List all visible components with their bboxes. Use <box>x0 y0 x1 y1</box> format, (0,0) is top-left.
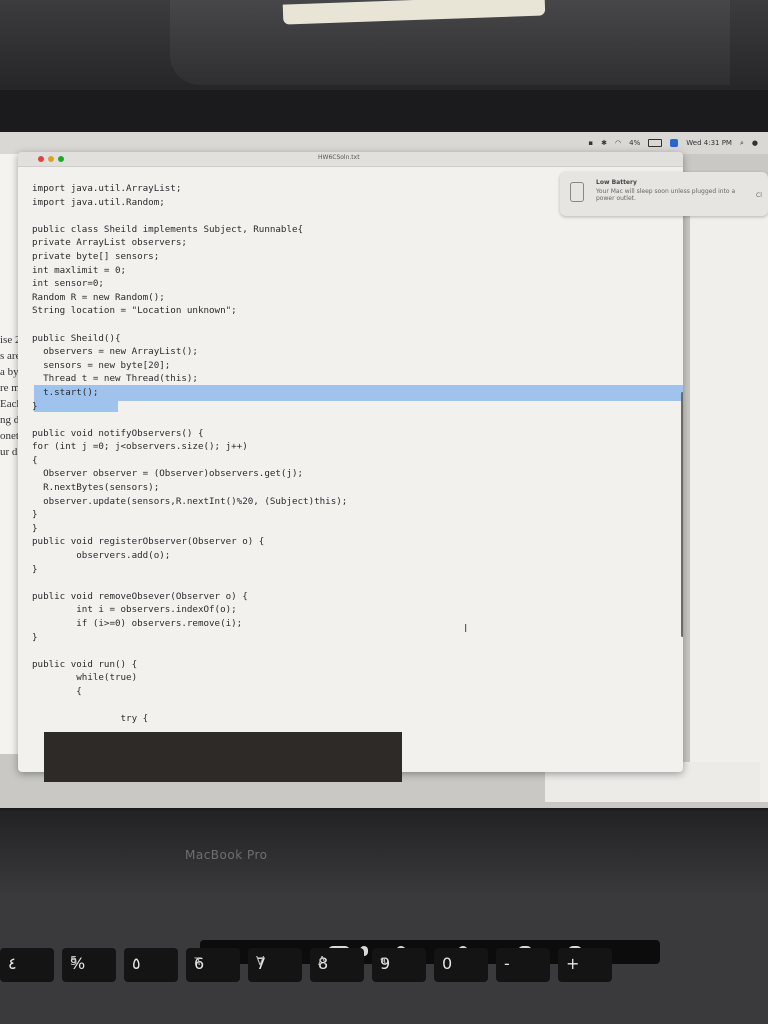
doc-fragment: ng d <box>0 414 20 426</box>
code-line: sensors = new byte[20]; <box>32 359 171 371</box>
code-line: public Sheild(){ <box>32 332 121 344</box>
keyboard-key[interactable]: % 5 <box>62 948 116 982</box>
keyboard-key[interactable]: 8Λ <box>310 948 364 982</box>
background-page-right <box>690 182 768 802</box>
menu-bar: ▪ ✱ ◠ 4% Wed 4:31 PM ⌕ ● <box>0 132 768 154</box>
code-line: public void removeObsever(Observer o) { <box>32 590 248 602</box>
keyboard-key[interactable]: 6٦ <box>186 948 240 982</box>
code-line: } <box>32 631 38 643</box>
code-line: Thread t = new Thread(this); <box>32 373 198 385</box>
notification-body: Your Mac will sleep soon unless plugged … <box>596 188 736 202</box>
screen-bezel <box>0 810 768 900</box>
siri-icon[interactable]: ● <box>752 139 758 147</box>
code-line: { <box>32 454 38 466</box>
code-line: R.nextBytes(sensors); <box>32 482 160 494</box>
menubar-clock[interactable]: Wed 4:31 PM <box>686 139 732 147</box>
key-alt-label: . <box>442 954 446 968</box>
code-line: public void notifyObservers() { <box>32 427 204 439</box>
code-line: private ArrayList observers; <box>32 237 187 249</box>
key-alt-label: V <box>256 954 265 968</box>
code-line: public class Sheild implements Subject, … <box>32 223 304 235</box>
key-alt-label: ٦ <box>194 954 201 968</box>
code-line: private byte[] sensors; <box>32 250 160 262</box>
laptop-screen: ▪ ✱ ◠ 4% Wed 4:31 PM ⌕ ● ise 2 s are a b… <box>0 132 768 808</box>
code-line: Observer observer = (Observer)observers.… <box>32 468 304 480</box>
key-alt-label <box>504 954 544 978</box>
text-editor-window[interactable]: HW6CSoln.txt import java.util.ArrayList;… <box>18 152 683 772</box>
battery-percent[interactable]: 4% <box>629 139 640 147</box>
code-line: } <box>32 563 38 575</box>
code-line: int sensor=0; <box>32 278 104 290</box>
code-line: Random R = new Random(); <box>32 291 165 303</box>
doc-fragment: onet <box>0 430 19 442</box>
code-line: } <box>32 400 38 412</box>
code-line: for (int j =0; j<observers.size(); j++) <box>32 441 248 453</box>
keyboard-key[interactable]: ٤ <box>0 948 54 982</box>
keyboard-key[interactable]: 9٩ <box>372 948 426 982</box>
doc-fragment: ur d <box>0 446 18 458</box>
spotlight-search-icon[interactable]: ⌕ <box>740 139 744 148</box>
key-alt-label: 5 <box>70 954 78 968</box>
vertical-scrollbar[interactable] <box>681 392 683 637</box>
code-line: } <box>32 509 38 521</box>
code-line: observers = new ArrayList(); <box>32 346 198 358</box>
key-alt-label: ٩ <box>380 954 387 968</box>
code-text-area[interactable]: import java.util.ArrayList; import java.u… <box>32 182 347 726</box>
background-image-strip <box>44 732 402 782</box>
device-brand-label: MacBook Pro <box>185 848 268 862</box>
code-line: } <box>32 522 38 534</box>
key-alt-label <box>566 954 606 978</box>
keyboard-key[interactable]: ٥ <box>124 948 178 982</box>
keyboard-key[interactable]: - <box>496 948 550 982</box>
doc-fragment: re m <box>0 382 20 394</box>
notification-title: Low Battery <box>596 179 637 186</box>
window-titlebar[interactable]: HW6CSoln.txt <box>18 152 683 167</box>
minimize-window-button[interactable] <box>48 156 54 162</box>
code-line: import java.util.Random; <box>32 196 165 208</box>
close-window-button[interactable] <box>38 156 44 162</box>
input-source-icon[interactable] <box>670 139 679 147</box>
code-line: try { <box>32 713 149 725</box>
key-alt-label <box>132 954 172 978</box>
code-line: import java.util.ArrayList; <box>32 183 182 194</box>
code-line: { <box>32 685 82 697</box>
code-line: String location = "Location unknown"; <box>32 305 237 317</box>
zoom-window-button[interactable] <box>58 156 64 162</box>
code-line: int i = observers.indexOf(o); <box>32 604 237 616</box>
keyboard-key[interactable]: 7V <box>248 948 302 982</box>
text-cursor-icon: I <box>464 622 468 635</box>
code-line: observer.update(sensors,R.nextInt()%20, … <box>32 495 348 507</box>
wifi-icon[interactable]: ◠ <box>615 139 621 147</box>
low-battery-notification[interactable]: Low Battery Your Mac will sleep soon unl… <box>560 172 768 216</box>
battery-icon[interactable] <box>648 139 663 147</box>
code-line: public void run() { <box>32 658 138 670</box>
code-line: if (i>=0) observers.remove(i); <box>32 618 243 629</box>
code-line: while(true) <box>32 672 138 684</box>
bluetooth-icon[interactable]: ✱ <box>601 139 607 147</box>
dropbox-icon[interactable]: ▪ <box>588 139 593 147</box>
keyboard-key[interactable]: 0. <box>434 948 488 982</box>
code-line: t.start(); <box>32 386 99 398</box>
key-alt-label <box>8 954 48 978</box>
code-line: observers.add(o); <box>32 550 171 562</box>
key-alt-label: Λ <box>318 954 327 968</box>
battery-warning-icon <box>570 182 584 202</box>
window-title: HW6CSoln.txt <box>318 154 360 161</box>
notification-close-button[interactable]: Cl <box>756 192 762 199</box>
keyboard-key[interactable]: + <box>558 948 612 982</box>
code-line: int maxlimit = 0; <box>32 264 127 276</box>
code-line: public void registerObserver(Observer o)… <box>32 536 265 548</box>
